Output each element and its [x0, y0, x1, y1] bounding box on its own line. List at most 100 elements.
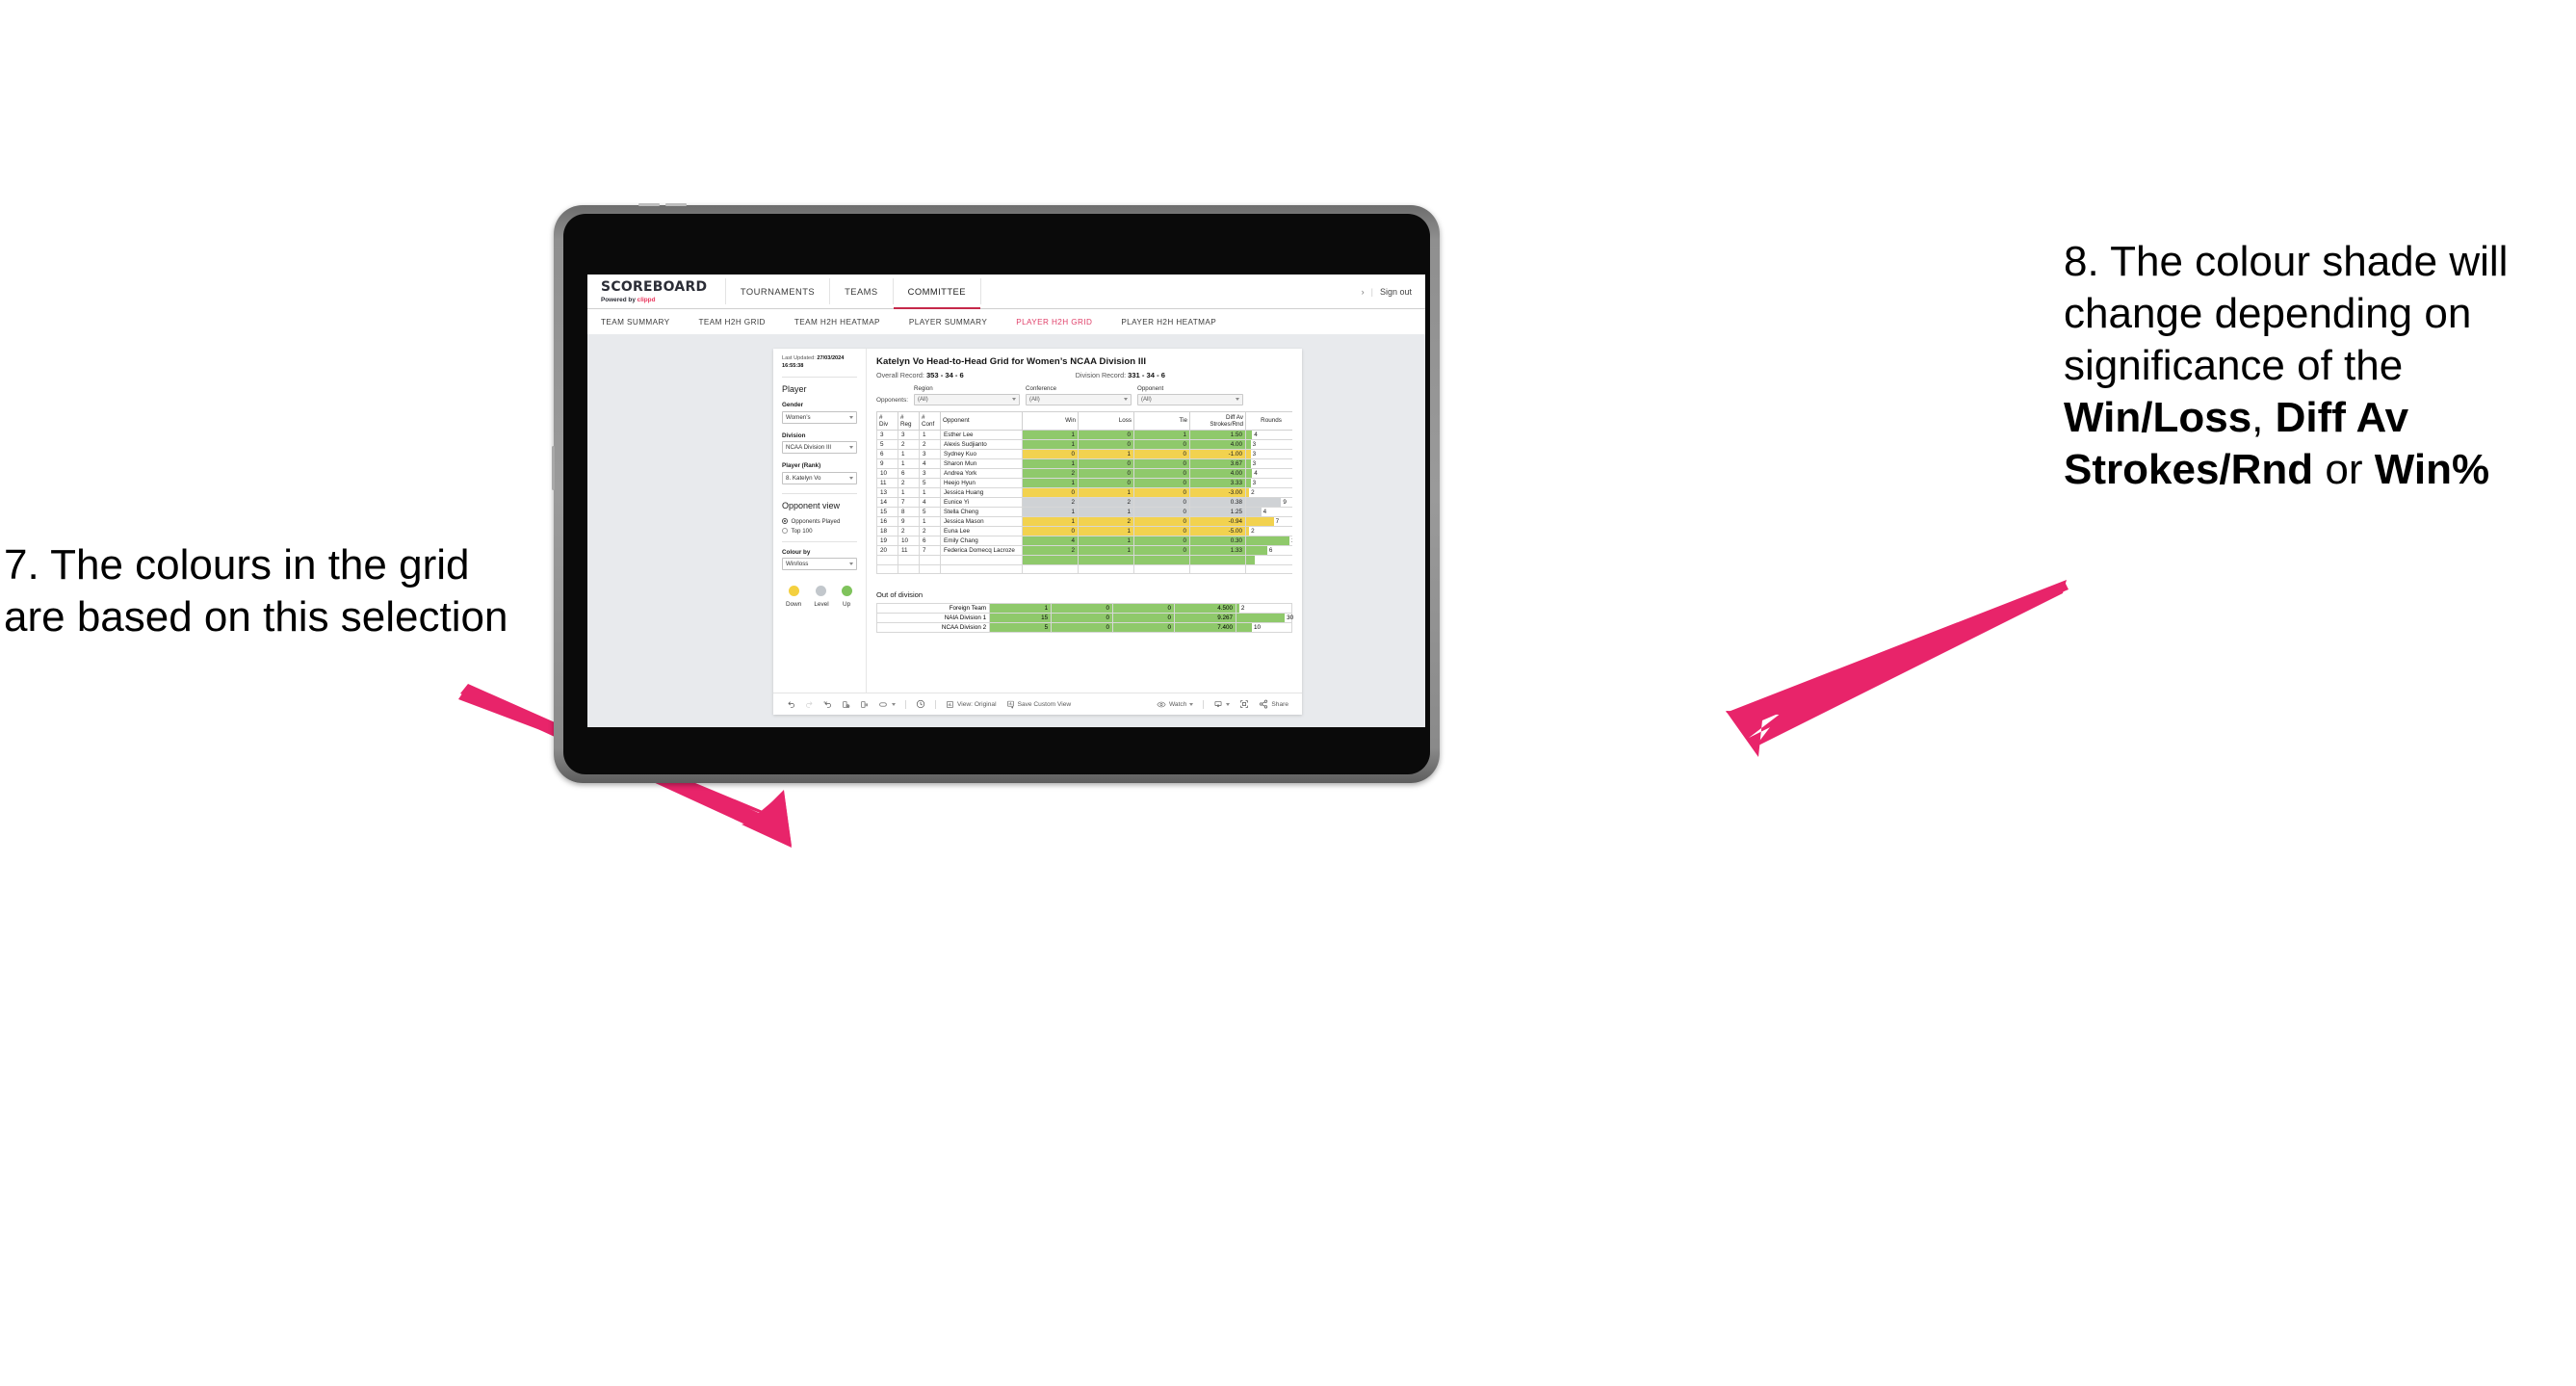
cell-tie: 0 [1133, 515, 1190, 527]
table-row[interactable]: 14 7 4 Eunice Yi 2 2 0 0.38 9 [876, 496, 1292, 508]
cell-div: 10 [876, 467, 898, 479]
cell-tie: 0 [1133, 438, 1190, 450]
pause-auto-update-button[interactable] [911, 699, 930, 709]
subnav-item-team-summary[interactable]: TEAM SUMMARY [601, 318, 686, 327]
gender-select[interactable]: Women’s [782, 410, 857, 424]
view-original-label: View: Original [957, 700, 997, 708]
overall-record-label: Overall Record: [876, 371, 926, 379]
division-select[interactable]: NCAA Division III [782, 441, 857, 455]
cell-div: 13 [876, 486, 898, 498]
cell-diff: 1.25 [1189, 506, 1246, 517]
table-row[interactable]: 5 2 2 Alexis Sudjianto 1 0 0 4.00 3 [876, 438, 1292, 450]
table-row[interactable]: 19106Emily Chang4100.3011 [876, 535, 1292, 546]
share-label: Share [1271, 700, 1288, 708]
nav-item-tournaments[interactable]: TOURNAMENTS [726, 275, 829, 308]
subnav-item-team-h2h-grid[interactable]: TEAM H2H GRID [699, 318, 781, 327]
refresh-data-button[interactable] [837, 700, 855, 709]
overall-record-value: 353 - 34 - 6 [925, 371, 964, 379]
table-row[interactable]: 13 1 1 Jessica Huang 0 1 0 -3.00 2 [876, 486, 1292, 498]
cell-reg: 2 [898, 438, 920, 450]
chevron-right-icon[interactable]: › [1362, 287, 1365, 297]
opponent-select[interactable]: (All) [1137, 394, 1244, 405]
radio-opponents-played[interactable]: Opponents Played [782, 518, 857, 525]
cell-div: 3 [876, 429, 898, 440]
watch-button[interactable]: Watch [1152, 700, 1198, 709]
subnav-item-player-h2h-heatmap[interactable]: PLAYER H2H HEATMAP [1121, 318, 1232, 327]
rounds-value: 3 [1252, 440, 1257, 448]
legend-label-down: Down [786, 601, 802, 609]
chevron-down-icon [1226, 702, 1231, 706]
revert-button[interactable] [819, 700, 837, 709]
table-row[interactable]: 20 11 7 Federica Domecq Lacroze 2 1 0 1.33 6 [876, 544, 1292, 556]
table-row[interactable]: 15 8 5 Stella Cheng 1 1 0 1.25 4 [876, 506, 1292, 517]
view-original-button[interactable]: View: Original [941, 700, 1002, 709]
gender-label: Gender [782, 402, 804, 409]
table-row[interactable]: Foreign Team 1 0 0 4.500 2 [875, 602, 1292, 614]
cell-empty [876, 563, 898, 575]
table-row[interactable]: 11 2 5 Heejo Hyun 1 0 0 3.33 3 [876, 477, 1292, 488]
cell-diff: -1.00 [1189, 448, 1246, 459]
cell-conf: 4 [919, 496, 941, 508]
opponent-value: (All) [1141, 396, 1152, 403]
table-row[interactable]: 6 1 3 Sydney Kuo 0 1 0 -1.00 3 [876, 448, 1292, 459]
toolbar-divider-1 [905, 699, 906, 709]
nav-divider-4 [979, 278, 981, 304]
subnav-item-player-summary[interactable]: PLAYER SUMMARY [909, 318, 1002, 327]
region-filter: Region (All) [914, 385, 1021, 405]
cell-tie: 0 [1133, 486, 1190, 498]
highlight-button[interactable] [873, 700, 900, 709]
table-row[interactable]: 3 3 1 Esther Lee 1 0 1 1.50 4 [876, 429, 1292, 440]
share-button[interactable]: Share [1254, 699, 1293, 709]
cell-tie: 0 [1133, 448, 1190, 459]
cell-reg: 7 [898, 496, 920, 508]
cell-div: 9 [876, 458, 898, 469]
radio-icon-selected [782, 518, 788, 525]
redo-button[interactable] [800, 700, 819, 709]
region-select[interactable]: (All) [914, 394, 1021, 405]
cell-reg: 2 [898, 525, 920, 536]
nav-items: TOURNAMENTS TEAMS COMMITTEE [726, 275, 981, 309]
cell-rounds: 2 [1245, 486, 1292, 498]
cell-loss: 0 [1078, 438, 1134, 450]
radio-top-100[interactable]: Top 100 [782, 528, 857, 535]
table-row[interactable]: 16 9 1 Jessica Mason 1 2 0 -0.94 7 [876, 515, 1292, 527]
player-rank-select[interactable]: 8. Katelyn Vo [782, 471, 857, 484]
nav-item-committee[interactable]: COMMITTEE [893, 275, 981, 309]
colour-by-field: Colour by Win/loss [782, 549, 857, 571]
cell-diff: 4.500 [1174, 602, 1237, 614]
undo-button[interactable] [782, 700, 800, 709]
table-row[interactable]: 18 2 2 Euna Lee 0 1 0 -5.00 2 [876, 525, 1292, 536]
th-reg: # Reg [898, 410, 920, 431]
table-row[interactable]: 10 6 3 Andrea York 2 0 0 4.00 4 [876, 467, 1292, 479]
subnav-item-player-h2h-grid[interactable]: PLAYER H2H GRID [1016, 318, 1107, 327]
cell-empty [919, 563, 941, 575]
cell-conf: 2 [919, 438, 941, 450]
table-row[interactable]: 9 1 4 Sharon Mun 1 0 0 3.67 3 [876, 458, 1292, 469]
colour-by-select[interactable]: Win/loss [782, 558, 857, 571]
subnav-item-team-h2h-heatmap[interactable]: TEAM H2H HEATMAP [794, 318, 896, 327]
cell-win: 2 [1022, 544, 1079, 556]
conference-select[interactable]: (All) [1026, 394, 1132, 405]
pause-updates-button[interactable] [855, 700, 873, 709]
sign-out-link[interactable]: Sign out [1380, 287, 1412, 297]
chevron-down-icon [849, 415, 853, 419]
rounds-value: 2 [1251, 527, 1255, 535]
cell-conf: 5 [919, 477, 941, 488]
fullscreen-button[interactable] [1235, 699, 1254, 709]
player-section-heading: Player [782, 384, 807, 395]
table-row[interactable]: NAIA Division 1 15 0 0 9.267 30 [875, 612, 1293, 623]
rounds-bar [1246, 516, 1274, 526]
legend-item-up: Up [841, 586, 852, 608]
nav-item-teams[interactable]: TEAMS [830, 275, 893, 308]
save-custom-view-button[interactable]: Save Custom View [1002, 700, 1077, 709]
cell-reg: 3 [898, 429, 920, 440]
opponents-label: Opponents: [876, 396, 909, 404]
cell-div: 11 [876, 477, 898, 488]
cell-win: 4 [1022, 535, 1079, 546]
download-button[interactable] [1209, 700, 1235, 709]
brand-logo[interactable]: SCOREBOARD Powered by clippd [587, 275, 725, 308]
table-row[interactable]: NCAA Division 2 5 0 0 7.400 10 [875, 621, 1292, 633]
cell-loss: 0 [1051, 612, 1114, 623]
h2h-grid-head: #Div #Reg #Conf Opponent Win Loss Tie [876, 410, 1292, 431]
cell-win: 1 [1022, 458, 1079, 469]
